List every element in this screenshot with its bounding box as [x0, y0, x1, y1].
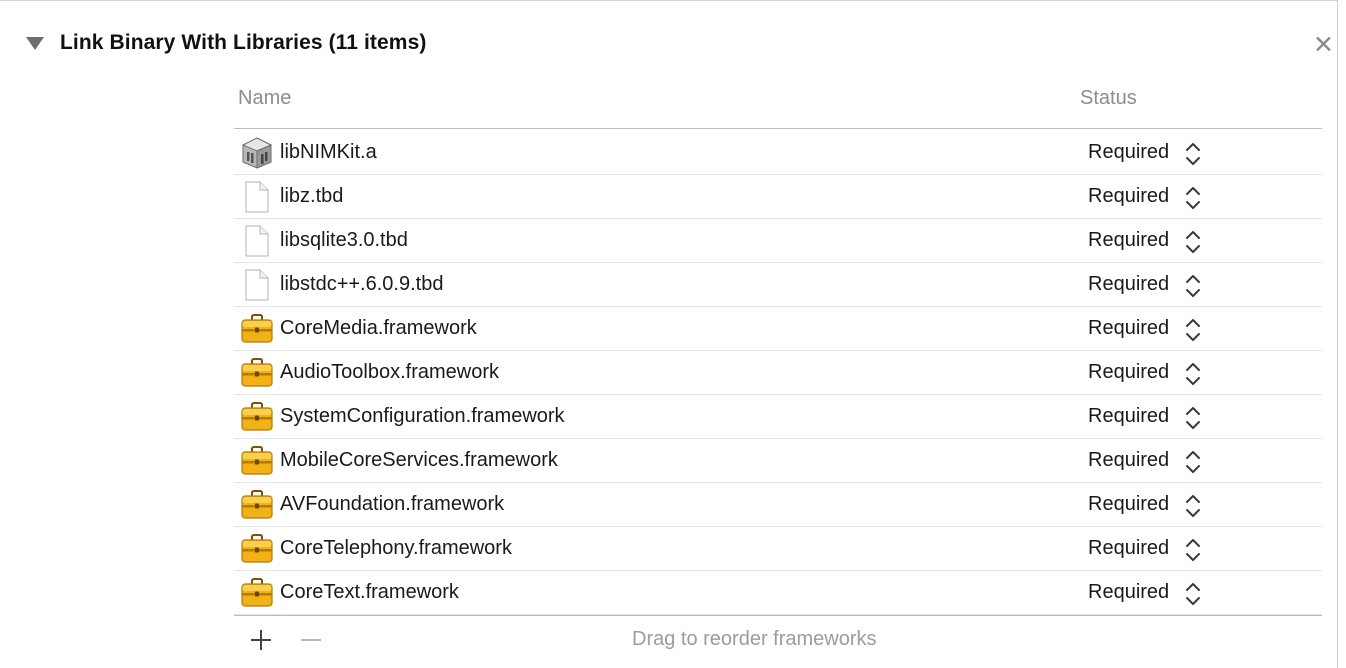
status-popup[interactable]: Required: [1088, 229, 1169, 252]
library-name: CoreMedia.framework: [280, 317, 477, 339]
column-header-status[interactable]: Status: [1080, 87, 1137, 110]
table-row[interactable]: libz.tbd Required: [234, 175, 1322, 219]
table-row[interactable]: CoreMedia.framework Required: [234, 307, 1322, 351]
close-icon[interactable]: ✕: [1313, 31, 1334, 59]
library-list: libNIMKit.a Required libz.tbd Required libsq…: [234, 131, 1322, 615]
table-row[interactable]: AudioToolbox.framework Required: [234, 351, 1322, 395]
status-popup[interactable]: Required: [1088, 185, 1169, 208]
chevron-updown-icon[interactable]: [1185, 493, 1201, 519]
file-icon: [240, 269, 274, 301]
status-popup[interactable]: Required: [1088, 273, 1169, 296]
table-row[interactable]: SystemConfiguration.framework Required: [234, 395, 1322, 439]
static-library-icon: [240, 137, 274, 169]
section-title[interactable]: Link Binary With Libraries (11 items): [60, 31, 426, 55]
table-row[interactable]: libstdc++.6.0.9.tbd Required: [234, 263, 1322, 307]
chevron-updown-icon[interactable]: [1185, 273, 1201, 299]
library-name: libNIMKit.a: [280, 141, 377, 163]
framework-toolbox-icon: [240, 313, 274, 345]
chevron-updown-icon[interactable]: [1185, 449, 1201, 475]
minus-icon: [301, 639, 321, 641]
file-icon: [240, 225, 274, 257]
disclosure-triangle-icon[interactable]: [26, 37, 44, 50]
framework-toolbox-icon: [240, 533, 274, 565]
column-header-name[interactable]: Name: [238, 87, 291, 110]
status-popup[interactable]: Required: [1088, 449, 1169, 472]
chevron-updown-icon[interactable]: [1185, 317, 1201, 343]
file-icon: [240, 181, 274, 213]
framework-toolbox-icon: [240, 357, 274, 389]
chevron-updown-icon[interactable]: [1185, 185, 1201, 211]
plus-icon: [251, 630, 271, 650]
library-name: libstdc++.6.0.9.tbd: [280, 273, 444, 295]
drag-hint-text: Drag to reorder frameworks: [632, 628, 877, 650]
library-name: SystemConfiguration.framework: [280, 405, 565, 427]
table-row[interactable]: libsqlite3.0.tbd Required: [234, 219, 1322, 263]
library-name: libsqlite3.0.tbd: [280, 229, 408, 251]
chevron-updown-icon[interactable]: [1185, 537, 1201, 563]
library-name: AVFoundation.framework: [280, 493, 505, 515]
table-row[interactable]: CoreTelephony.framework Required: [234, 527, 1322, 571]
library-name: libz.tbd: [280, 185, 344, 207]
status-popup[interactable]: Required: [1088, 405, 1169, 428]
table-row[interactable]: CoreText.framework Required: [234, 571, 1322, 615]
status-popup[interactable]: Required: [1088, 361, 1169, 384]
status-popup[interactable]: Required: [1088, 537, 1169, 560]
remove-library-button[interactable]: [300, 629, 322, 651]
chevron-updown-icon[interactable]: [1185, 581, 1201, 607]
library-name: CoreText.framework: [280, 581, 459, 603]
framework-toolbox-icon: [240, 401, 274, 433]
status-popup[interactable]: Required: [1088, 581, 1169, 604]
status-popup[interactable]: Required: [1088, 493, 1169, 516]
table-top-divider: [234, 128, 1322, 129]
framework-toolbox-icon: [240, 489, 274, 521]
framework-toolbox-icon: [240, 445, 274, 477]
chevron-updown-icon[interactable]: [1185, 361, 1201, 387]
library-name: CoreTelephony.framework: [280, 537, 512, 559]
library-name: AudioToolbox.framework: [280, 361, 499, 383]
chevron-updown-icon[interactable]: [1185, 405, 1201, 431]
chevron-updown-icon[interactable]: [1185, 229, 1201, 255]
link-binary-phase-panel: Link Binary With Libraries (11 items) ✕ …: [0, 0, 1338, 668]
status-popup[interactable]: Required: [1088, 141, 1169, 164]
add-library-button[interactable]: [250, 629, 272, 651]
table-row[interactable]: AVFoundation.framework Required: [234, 483, 1322, 527]
library-name: MobileCoreServices.framework: [280, 449, 558, 471]
chevron-updown-icon[interactable]: [1185, 141, 1201, 167]
table-row[interactable]: MobileCoreServices.framework Required: [234, 439, 1322, 483]
table-row[interactable]: libNIMKit.a Required: [234, 131, 1322, 175]
framework-toolbox-icon: [240, 577, 274, 609]
status-popup[interactable]: Required: [1088, 317, 1169, 340]
table-bottom-divider: [234, 615, 1322, 616]
